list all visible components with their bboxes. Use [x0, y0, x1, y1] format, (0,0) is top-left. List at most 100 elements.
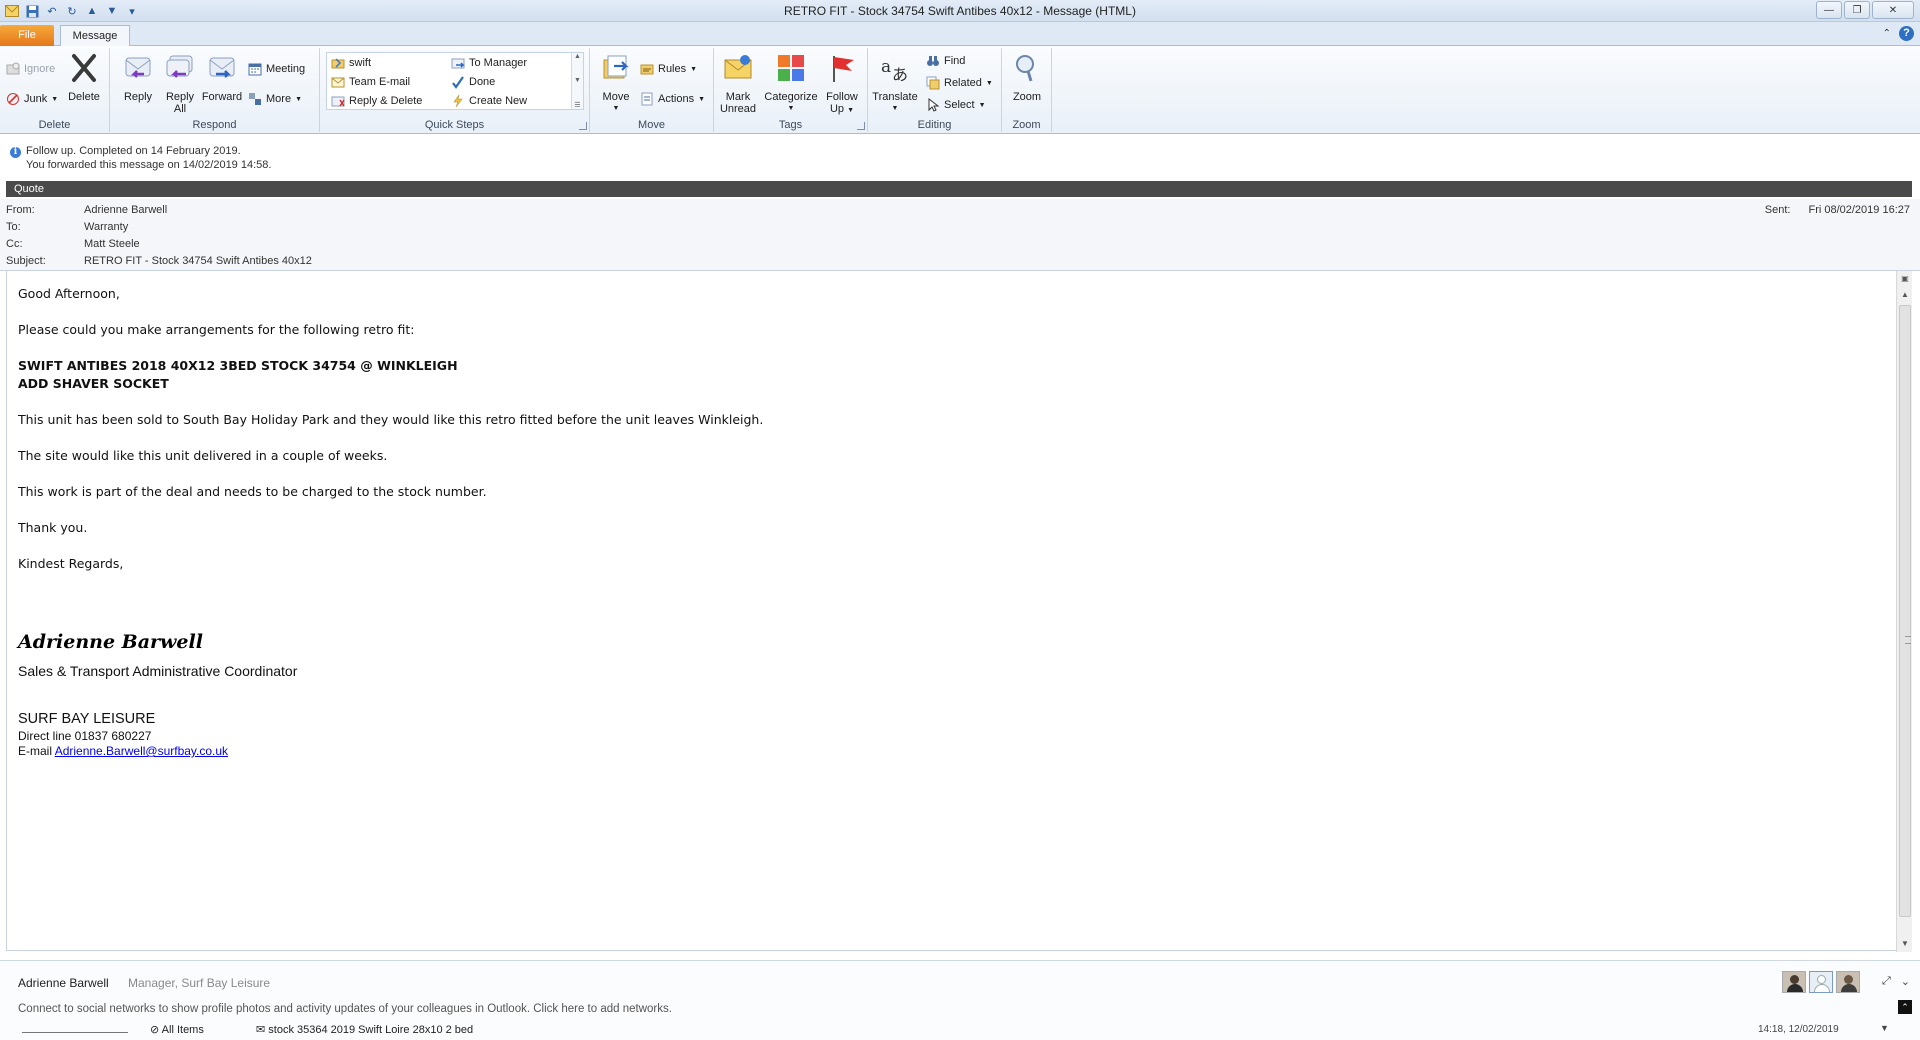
follow-up-button[interactable]: Follow Up ▼: [820, 52, 864, 117]
tab-file[interactable]: File: [0, 25, 54, 46]
title-bar: ↶ ↻ ▲ ▼ ▾ RETRO FIT - Stock 34754 Swift …: [0, 0, 1920, 22]
sent-date: Fri 08/02/2019 16:27: [1808, 204, 1910, 216]
dropdown-arrow-icon[interactable]: ▼: [1880, 1023, 1889, 1033]
signature-name: Adrienne Barwell: [18, 631, 203, 653]
avatar[interactable]: [1782, 971, 1806, 993]
gallery-expand-icon[interactable]: ☰: [574, 101, 580, 109]
vertical-scrollbar[interactable]: ▣ ▲ ▼: [1896, 271, 1912, 952]
categorize-button[interactable]: Categorize ▼: [762, 52, 820, 115]
info-bar[interactable]: i Follow up. Completed on 14 February 20…: [0, 135, 1920, 179]
related-button[interactable]: Related ▼: [926, 74, 993, 92]
reply-all-button[interactable]: Reply All: [158, 52, 202, 115]
quick-step-swift[interactable]: swift: [331, 54, 371, 72]
dropdown-arrow-icon: ▼: [847, 107, 855, 114]
tab-message[interactable]: Message: [60, 25, 130, 47]
delete-x-icon: [72, 54, 96, 82]
cc-row: Cc: Matt Steele: [6, 238, 140, 250]
to-row: To: Warranty: [6, 221, 128, 233]
quick-step-to-manager[interactable]: To Manager: [451, 54, 527, 72]
mark-unread-button[interactable]: Mark Unread: [716, 52, 760, 115]
body-paragraph: This work is part of the deal and needs …: [18, 484, 487, 499]
quick-step-team-email[interactable]: Team E-mail: [331, 73, 410, 91]
quick-steps-group: swift Team E-mail Reply & Delete To Mana…: [320, 48, 590, 132]
meeting-calendar-icon: [248, 63, 262, 76]
quick-step-done[interactable]: Done: [451, 73, 495, 91]
folder-item[interactable]: ⊘ All Items: [150, 1023, 204, 1036]
move-button[interactable]: Move ▼: [594, 52, 638, 115]
envelope-icon: ✉: [256, 1024, 269, 1036]
collapse-chevron-icon[interactable]: ⌄: [1901, 975, 1910, 988]
forward-button[interactable]: Forward: [200, 52, 244, 103]
page-view-icon[interactable]: ▣: [1897, 271, 1913, 287]
body-paragraph: The site would like this unit delivered …: [18, 448, 388, 463]
ignore-icon: [6, 62, 20, 75]
info-icon: i: [10, 147, 21, 158]
signature-email: E-mail Adrienne.Barwell@surfbay.co.uk: [18, 744, 228, 758]
svg-text:あ: あ: [892, 65, 908, 84]
cc-name[interactable]: Matt Steele: [84, 238, 140, 250]
avatar[interactable]: [1836, 971, 1860, 993]
email-label: E-mail: [18, 744, 55, 758]
maximize-button[interactable]: ❐: [1844, 1, 1870, 19]
body-paragraph: Please could you make arrangements for t…: [18, 322, 415, 337]
sent-row: Sent: Fri 08/02/2019 16:27: [1765, 204, 1910, 216]
scroll-down-arrow[interactable]: ▼: [1897, 936, 1913, 952]
junk-icon: [7, 93, 19, 105]
reply-icon: [125, 57, 151, 78]
related-message-item[interactable]: ✉ stock 35364 2019 Swift Loire 28x10 2 b…: [256, 1023, 473, 1036]
signature-direct-line: Direct line 01837 680227: [18, 729, 152, 743]
recipient-name[interactable]: Warranty: [84, 221, 128, 233]
expand-square-icon[interactable]: ⌃: [1898, 1000, 1912, 1014]
delete-button[interactable]: Delete: [62, 52, 106, 103]
quick-step-create-new[interactable]: Create New: [451, 92, 527, 110]
actions-icon: [641, 92, 653, 106]
more-respond-button[interactable]: More ▼: [248, 90, 302, 108]
minimize-button[interactable]: —: [1816, 1, 1842, 19]
subject-row: Subject: RETRO FIT - Stock 34754 Swift An…: [6, 255, 312, 267]
lightning-icon: [453, 94, 463, 108]
quick-steps-scroll[interactable]: ▲ ▼ ☰: [571, 53, 583, 109]
dropdown-arrow-icon: ▼: [787, 105, 795, 112]
actions-button[interactable]: Actions ▼: [640, 90, 705, 108]
scroll-thumb[interactable]: [1899, 305, 1911, 917]
quick-step-reply-delete[interactable]: Reply & Delete: [331, 92, 422, 110]
editing-group: aあ Translate ▼ Find Related ▼ Select ▼ Edi…: [868, 48, 1002, 132]
more-icon: [249, 93, 261, 105]
ignore-button[interactable]: Ignore: [6, 60, 55, 78]
from-label: From:: [6, 204, 35, 216]
scroll-down-icon[interactable]: ▼: [574, 77, 581, 84]
contact-name[interactable]: Adrienne Barwell: [18, 976, 109, 990]
scroll-up-arrow[interactable]: ▲: [1897, 287, 1913, 303]
reply-delete-icon: [331, 96, 345, 107]
group-label-zoom: Zoom: [1012, 119, 1041, 131]
reply-button[interactable]: Reply: [116, 52, 160, 103]
message-body[interactable]: Good Afternoon, Please could you make ar…: [6, 271, 1896, 951]
message-header: From: Adrienne Barwell To: Warranty Cc: Mat…: [0, 199, 1920, 271]
folder-icon: ⊘: [150, 1024, 162, 1036]
scroll-up-icon[interactable]: ▲: [574, 53, 581, 60]
help-icon[interactable]: ?: [1899, 26, 1914, 41]
close-button[interactable]: ✕: [1872, 1, 1914, 19]
avatar[interactable]: [1809, 971, 1833, 993]
find-button[interactable]: Find: [926, 52, 965, 70]
subject-text: RETRO FIT - Stock 34754 Swift Antibes 40…: [84, 255, 312, 267]
zoom-button[interactable]: Zoom: [1005, 52, 1049, 103]
select-button[interactable]: Select ▼: [926, 96, 986, 114]
rules-icon: [640, 64, 654, 75]
subject-label: Subject:: [6, 255, 46, 267]
rules-button[interactable]: Rules ▼: [640, 60, 697, 78]
related-icon: [926, 76, 940, 90]
sender-name[interactable]: Adrienne Barwell: [84, 204, 167, 216]
expand-pane-icon[interactable]: ⤢: [1882, 975, 1891, 988]
junk-button[interactable]: Junk ▼: [6, 90, 58, 108]
social-connect-link[interactable]: Connect to social networks to show profi…: [18, 1003, 672, 1015]
group-label-tags: Tags: [778, 119, 803, 131]
minimize-ribbon-icon[interactable]: ⌃: [1883, 28, 1891, 39]
group-label-delete: Delete: [38, 119, 71, 131]
email-link[interactable]: Adrienne.Barwell@surfbay.co.uk: [55, 744, 228, 758]
unread-envelope-icon: [724, 55, 752, 79]
translate-button[interactable]: aあ Translate ▼: [872, 52, 918, 115]
group-label-quick-steps: Quick Steps: [424, 119, 485, 131]
body-paragraph: This unit has been sold to South Bay Hol…: [18, 412, 764, 427]
meeting-button[interactable]: Meeting: [248, 60, 305, 78]
